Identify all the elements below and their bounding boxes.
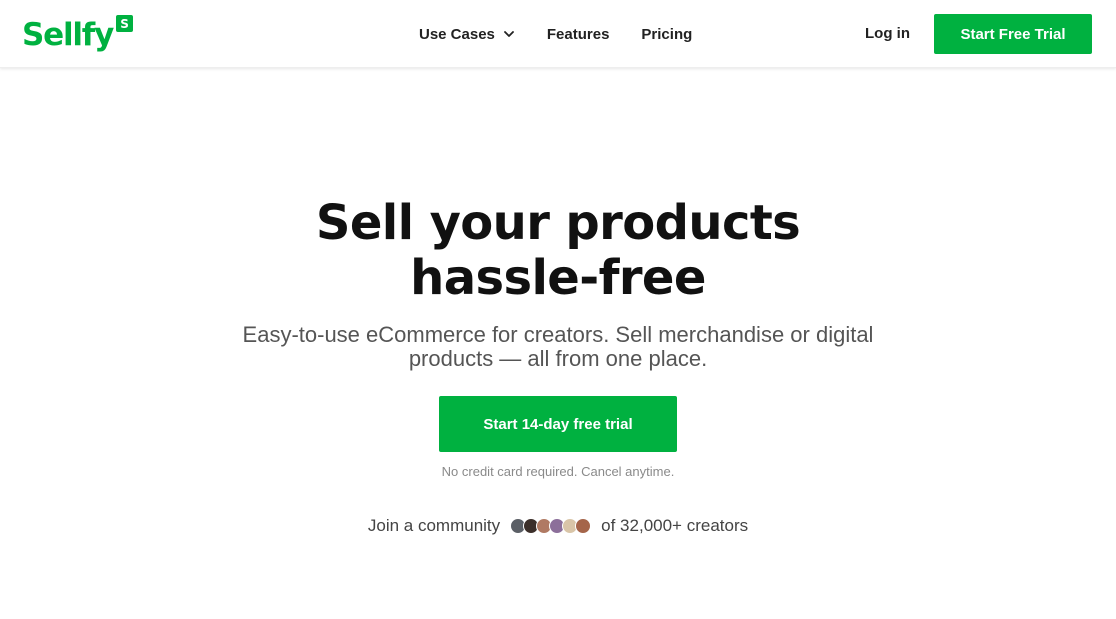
logo-badge: S — [116, 15, 134, 32]
hero-title-line-1: Sell your products — [315, 195, 801, 251]
hero-subtitle: Easy-to-use eCommerce for creators. Sell… — [210, 323, 906, 371]
hero-subtitle-line-1: Easy-to-use eCommerce for creators. Sell… — [242, 322, 874, 347]
hero-title: Sell your products hassle-free — [0, 196, 1116, 306]
avatar — [575, 518, 592, 534]
nav-use-cases[interactable]: Use Cases — [419, 26, 515, 43]
chevron-down-icon — [503, 28, 515, 40]
nav-pricing[interactable]: Pricing — [641, 26, 692, 43]
nav-use-cases-label: Use Cases — [419, 25, 495, 43]
community-suffix: of 32,000+ creators — [601, 516, 749, 535]
nav-features[interactable]: Features — [547, 26, 610, 43]
hero-subtitle-line-2: products — all from one place. — [408, 346, 708, 371]
main-nav: Use Cases Features Pricing — [419, 22, 692, 46]
sellfy-logo[interactable]: Sellfy S — [22, 12, 134, 56]
site-header: Sellfy S Use Cases Features Pricing Log … — [0, 0, 1116, 68]
no-credit-card-note: No credit card required. Cancel anytime. — [441, 464, 675, 479]
start-free-trial-button[interactable]: Start Free Trial — [934, 14, 1092, 54]
community-prefix: Join a community — [367, 516, 501, 535]
hero-title-line-2: hassle-free — [410, 250, 706, 306]
creator-avatars — [510, 518, 592, 534]
login-link[interactable]: Log in — [865, 22, 910, 46]
logo-wordmark: Sellfy — [22, 17, 114, 53]
start-trial-cta-button[interactable]: Start 14-day free trial — [439, 396, 677, 452]
community-line: Join a community of 32,000+ creators — [0, 515, 1116, 537]
